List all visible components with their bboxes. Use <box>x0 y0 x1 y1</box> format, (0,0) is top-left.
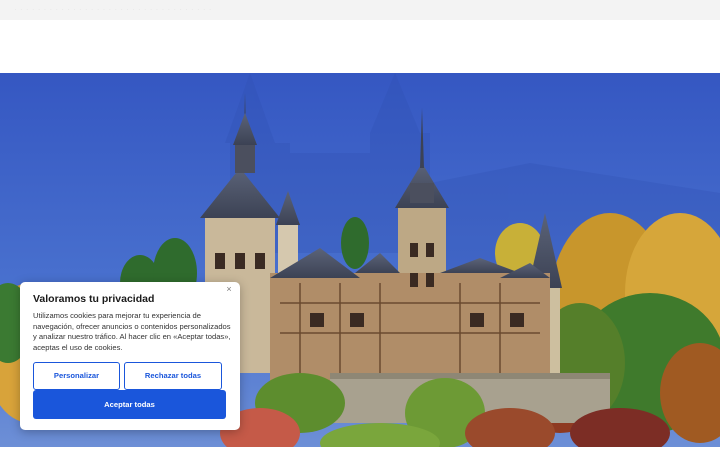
accept-all-button[interactable]: Aceptar todas <box>33 390 226 419</box>
cookie-consent-dialog: × Valoramos tu privacidad Utilizamos coo… <box>20 282 240 430</box>
cookie-description: Utilizamos cookies para mejorar tu exper… <box>33 311 231 352</box>
customize-button[interactable]: Personalizar <box>33 362 120 390</box>
close-icon[interactable]: × <box>224 284 234 294</box>
cookie-title: Valoramos tu privacidad <box>33 293 155 305</box>
site-header <box>0 20 720 73</box>
reject-all-button[interactable]: Rechazar todas <box>124 362 222 390</box>
top-bar-text: · · · · · · · · · · · · · · · · · · · · … <box>14 4 212 14</box>
top-bar: · · · · · · · · · · · · · · · · · · · · … <box>0 0 720 20</box>
